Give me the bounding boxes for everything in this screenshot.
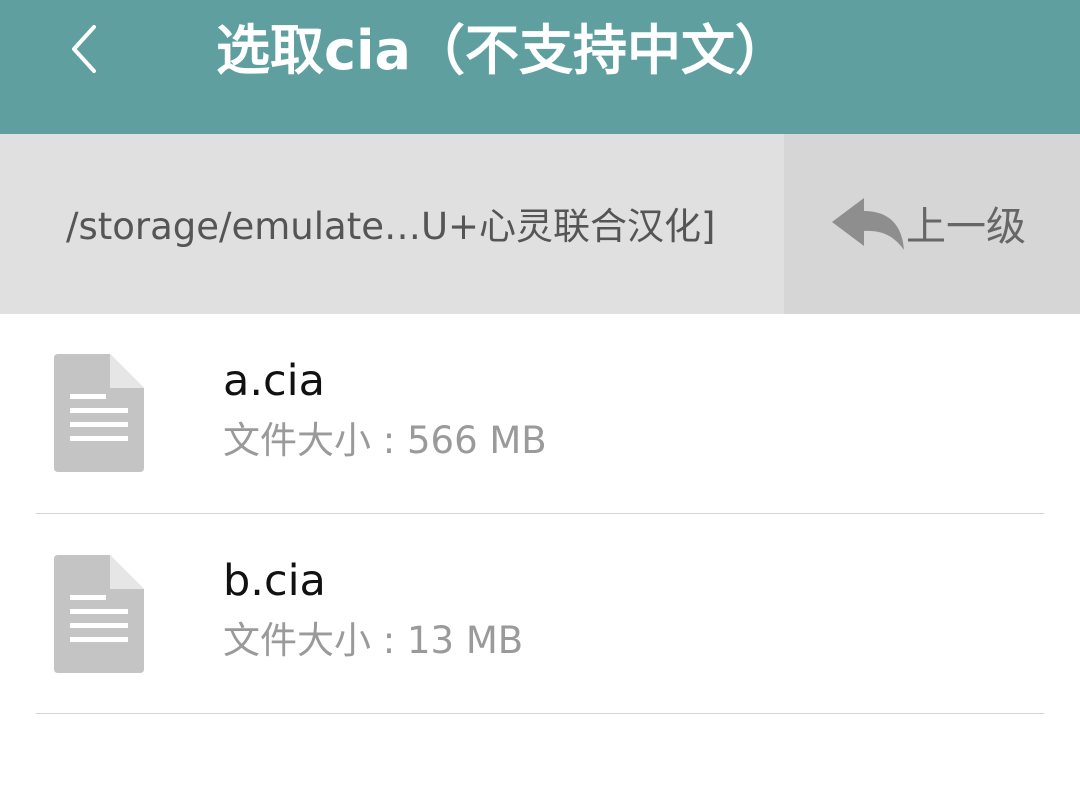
current-path: /storage/emulate…U+心灵联合汉化] bbox=[66, 205, 716, 248]
file-list: a.cia 文件大小 : 566 MB b.cia 文件大小 : 13 MB bbox=[0, 314, 1080, 714]
document-icon bbox=[54, 354, 144, 472]
file-name: b.cia bbox=[223, 556, 326, 606]
file-size: 文件大小 : 13 MB bbox=[223, 619, 524, 662]
reply-arrow-icon bbox=[832, 198, 904, 250]
parent-directory-label: 上一级 bbox=[906, 204, 1026, 250]
file-name: a.cia bbox=[223, 356, 325, 406]
chevron-left-icon bbox=[72, 25, 96, 73]
file-size: 文件大小 : 566 MB bbox=[223, 419, 547, 462]
back-button[interactable] bbox=[52, 17, 116, 81]
parent-directory-button[interactable]: 上一级 bbox=[784, 134, 1080, 314]
app-bar: 选取cia（不支持中文） bbox=[0, 0, 1080, 134]
file-row[interactable]: b.cia 文件大小 : 13 MB bbox=[0, 514, 1080, 714]
path-bar: /storage/emulate…U+心灵联合汉化] 上一级 bbox=[0, 134, 1080, 314]
page-title: 选取cia（不支持中文） bbox=[216, 19, 789, 82]
file-row[interactable]: a.cia 文件大小 : 566 MB bbox=[0, 314, 1080, 514]
divider bbox=[36, 713, 1044, 714]
document-icon bbox=[54, 555, 144, 673]
